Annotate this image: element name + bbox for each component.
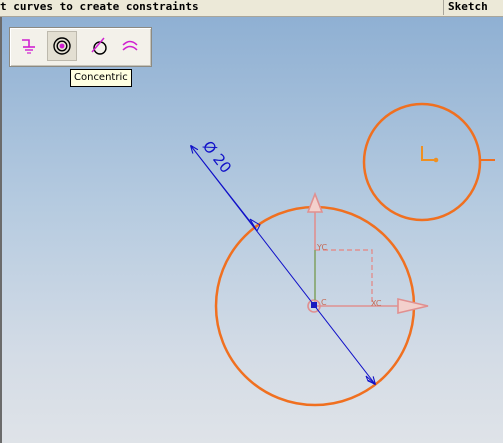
constraints-toolbar	[9, 27, 152, 67]
axis-label-xc: XC	[371, 299, 382, 308]
dimension-arrow-lower	[365, 375, 376, 385]
concentric-icon	[53, 37, 71, 55]
cue-line-prompt: t curves to create constraints	[0, 0, 199, 13]
parallel-arcs-button[interactable]	[115, 31, 145, 61]
diameter-dimension-label[interactable]: Ø 20	[199, 137, 235, 176]
parallel-arcs-icon	[122, 40, 138, 51]
small-circle-center-marker	[421, 146, 439, 163]
axis-label-yc: YC	[316, 243, 327, 252]
coincident-ground-icon	[22, 39, 35, 54]
coincident-button[interactable]	[14, 31, 44, 61]
sketch-circle-small[interactable]	[362, 102, 482, 222]
cue-line-status-bar: t curves to create constraints Sketch	[0, 0, 503, 17]
tangent-icon	[91, 37, 107, 55]
tooltip: Concentric	[70, 69, 132, 87]
axis-label-zc: C	[321, 298, 327, 307]
selected-center-point[interactable]	[311, 302, 317, 308]
status-mode-label: Sketch	[443, 0, 503, 15]
tangent-button[interactable]	[83, 31, 113, 61]
datum-csys	[306, 191, 429, 315]
concentric-button[interactable]	[47, 31, 77, 61]
